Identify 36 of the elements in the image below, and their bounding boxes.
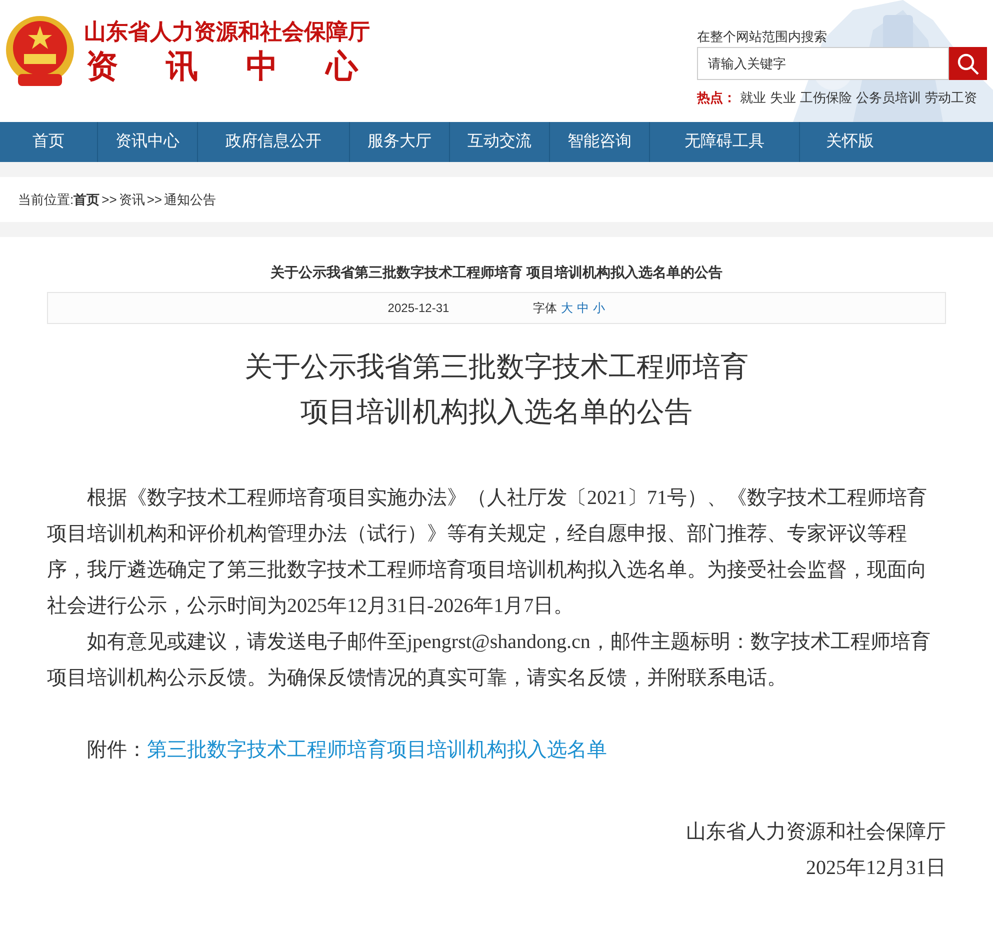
org-name: 山东省人力资源和社会保障厅: [84, 18, 370, 46]
search-field[interactable]: 请输入关键字: [697, 47, 949, 80]
site-name-char: 资: [86, 47, 118, 86]
signed-date: 2025年12月31日: [806, 856, 946, 881]
search-icon: [956, 52, 980, 76]
font-size-label: 字体: [533, 300, 558, 317]
breadcrumb-link[interactable]: 资讯: [118, 190, 145, 210]
font-size-link[interactable]: 小: [593, 299, 606, 317]
search-label: 在整个网站范围内搜索: [697, 28, 828, 46]
hot-link[interactable]: 就业: [740, 88, 766, 108]
breadcrumb-separator: >>: [146, 190, 162, 209]
hot-link[interactable]: 工伤保险: [800, 88, 852, 108]
hot-link[interactable]: 公务员培训: [856, 88, 921, 108]
article-title: 关于公示我省第三批数字技术工程师培育: [244, 350, 748, 384]
attachment-label: 附件：: [87, 738, 147, 763]
breadcrumb-label: 当前位置:: [18, 190, 74, 209]
article-title: 项目培训机构拟入选名单的公告: [300, 395, 692, 429]
search-button[interactable]: [949, 47, 987, 80]
hot-link[interactable]: 劳动工资: [925, 88, 977, 108]
article-header-title: 关于公示我省第三批数字技术工程师培育 项目培训机构拟入选名单的公告: [269, 263, 724, 282]
font-size-link[interactable]: 中: [577, 299, 590, 317]
signature: 山东省人力资源和社会保障厅: [686, 820, 946, 845]
site-name-char: 中: [246, 47, 278, 86]
font-size-link[interactable]: 大: [561, 299, 574, 317]
hot-label: 热点：: [697, 89, 736, 107]
site-name-char: 讯: [166, 47, 198, 86]
article-paragraph: 根据《数字技术工程师培育项目实施办法》（人社厅发〔2021〕71号）、《数字技术工程师培育项目培训机构和评价机构管理办法（试行）》等有关规定，经自愿申报、部门推荐、专家评议等程序，我厅遴选确定了第三批数字技术工程师培育项目培训机构拟入选名单。为接受社会监督，现面向社会进行公示，公示时间为2025年12月31日-2026年1月7日。: [47, 486, 928, 619]
hot-link[interactable]: 失业: [770, 88, 796, 108]
site-name-char: 心: [326, 47, 358, 86]
breadcrumb-link[interactable]: 通知公告: [164, 190, 216, 210]
breadcrumb-link[interactable]: 首页: [74, 190, 100, 210]
article-date: 2025-12-31: [388, 300, 450, 317]
breadcrumb-separator: >>: [102, 190, 117, 209]
nav-item[interactable]: 关怀版: [800, 122, 900, 162]
attachment-link[interactable]: 第三批数字技术工程师培育项目培训机构拟入选名单: [147, 732, 607, 768]
article-paragraph: 如有意见或建议，请发送电子邮件至jpengrst@shandong.cn，邮件主题标明：数字技术工程师培育项目培训机构公示反馈。为确保反馈情况的真实可靠，请实名反馈，并附联系电话。: [47, 630, 932, 691]
